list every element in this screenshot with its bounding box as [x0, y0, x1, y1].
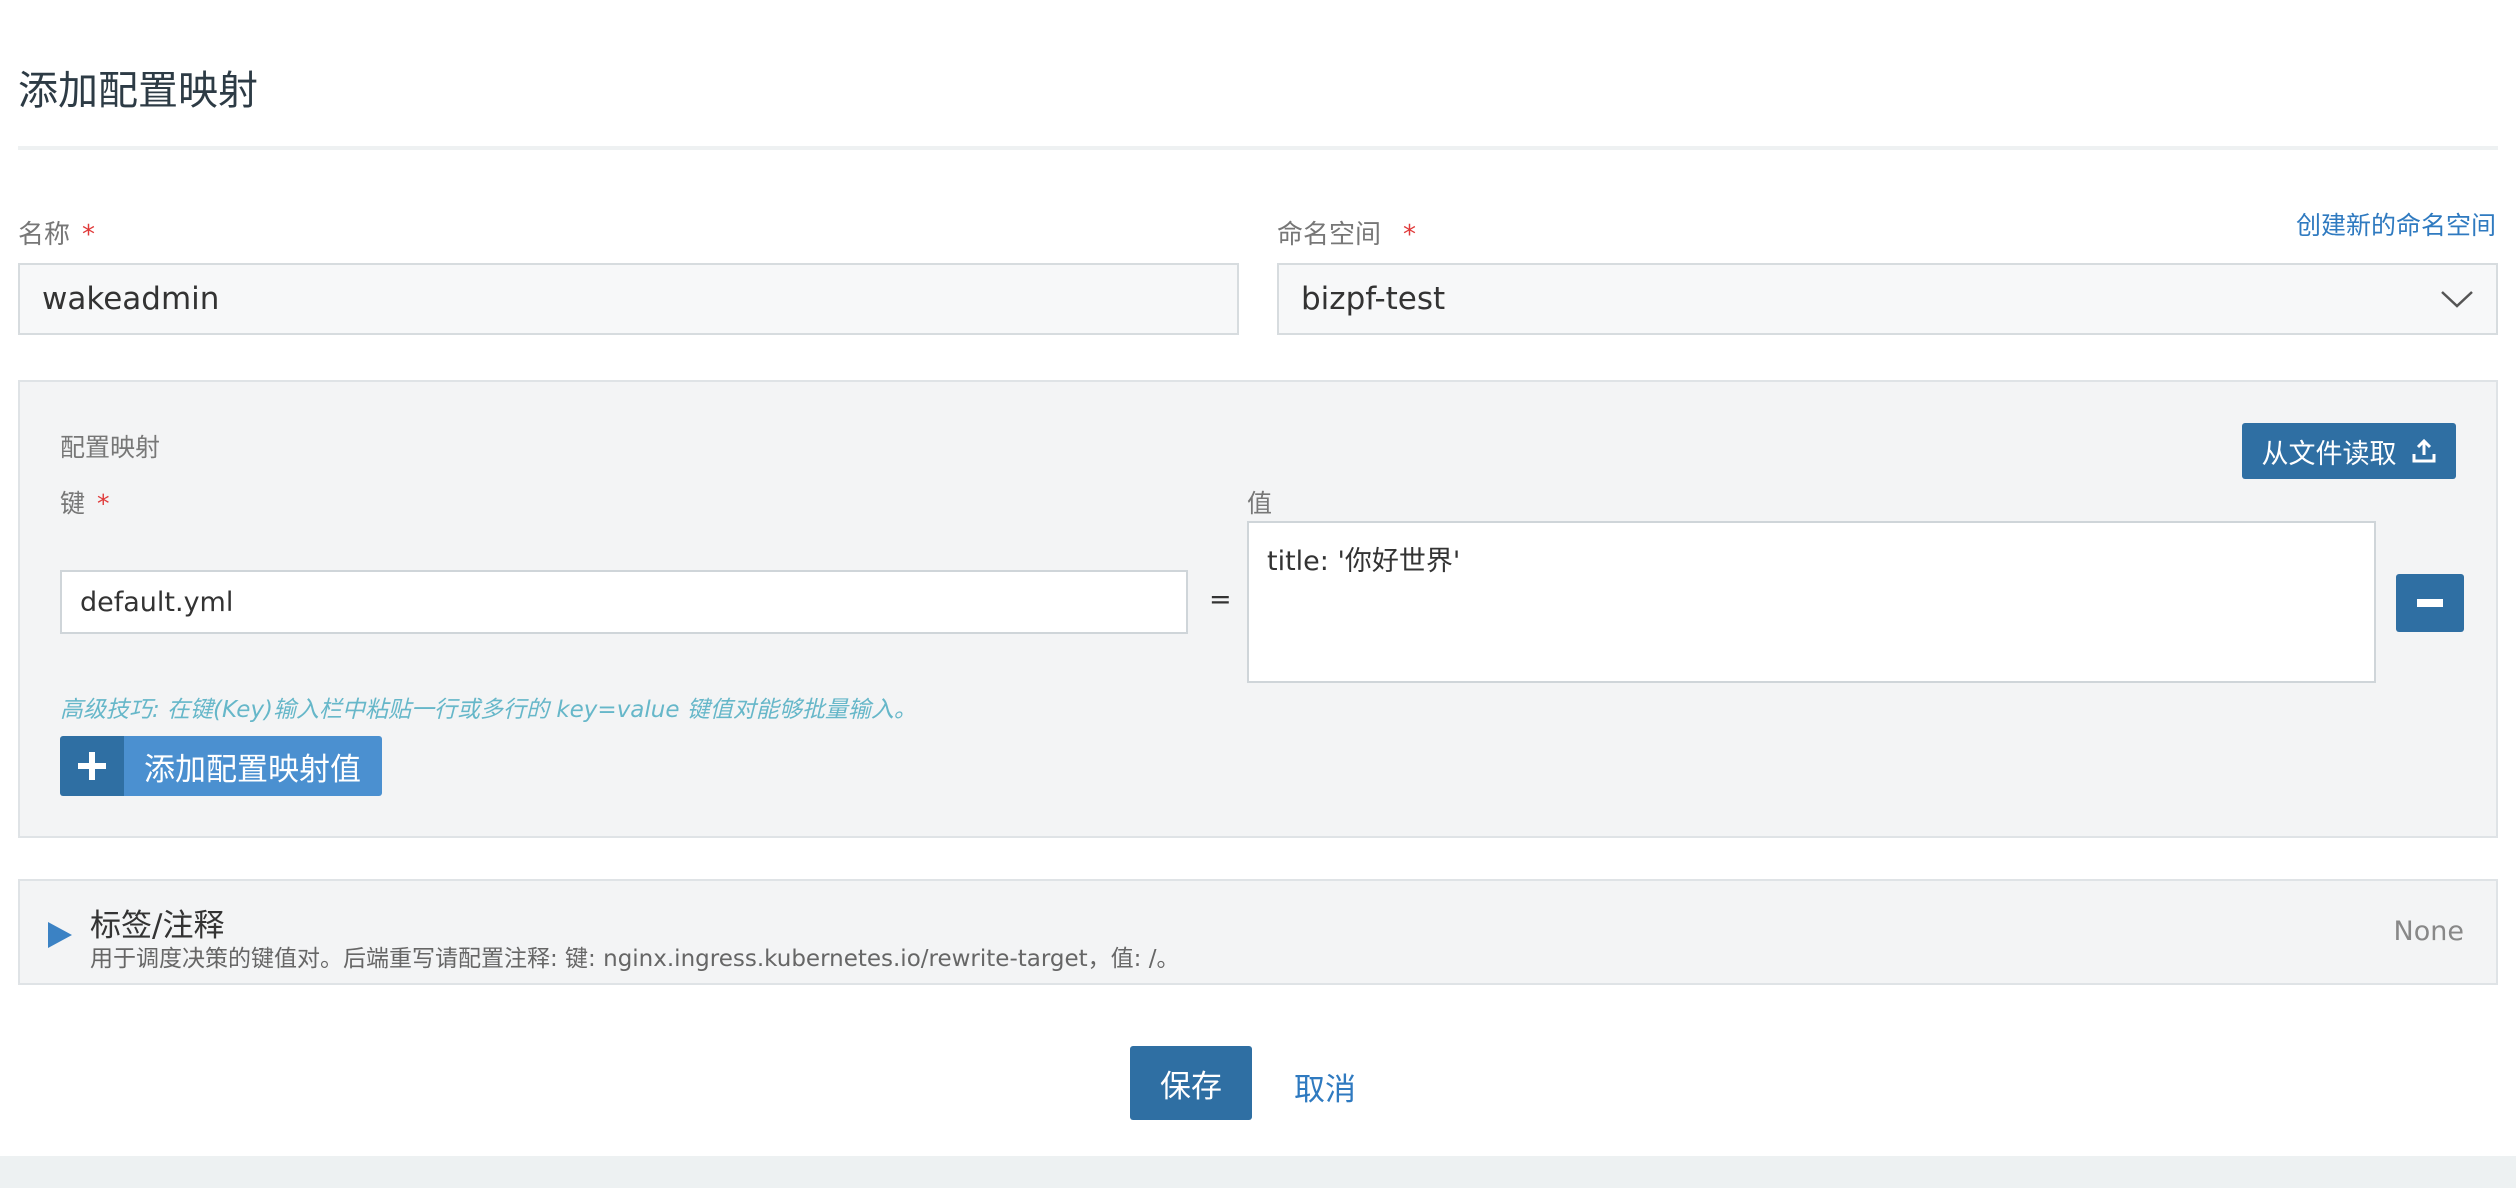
name-label: 名称 * [18, 214, 95, 251]
namespace-label-text: 命名空间 [1277, 220, 1382, 250]
name-input[interactable]: wakeadmin [18, 263, 1239, 335]
namespace-label: 命名空间 * [1277, 214, 1416, 251]
remove-entry-button[interactable] [2396, 574, 2464, 632]
value-label: 值 [1247, 489, 1273, 518]
minus-icon [2417, 599, 2443, 607]
save-button[interactable]: 保存 [1130, 1046, 1252, 1120]
expand-triangle-icon[interactable] [48, 922, 72, 948]
chevron-down-icon [2441, 291, 2473, 308]
add-config-value-button[interactable]: 添加配置映射值 [60, 736, 382, 796]
config-key-input[interactable]: default.yml [60, 570, 1188, 634]
footer-band [0, 1156, 2516, 1188]
title-divider [18, 146, 2498, 150]
config-value-textarea[interactable]: title: '你好世界' [1247, 521, 2376, 683]
cancel-link[interactable]: 取消 [1294, 1064, 1356, 1109]
read-from-file-button[interactable]: 从文件读取 [2242, 423, 2456, 479]
create-namespace-link[interactable]: 创建新的命名空间 [2296, 206, 2496, 242]
upload-icon [2412, 438, 2435, 463]
labels-annotations-description: 用于调度决策的键值对。后端重写请配置注释: 键: nginx.ingress.k… [90, 946, 1180, 972]
name-input-value: wakeadmin [42, 281, 220, 317]
key-label: 键 * [60, 484, 110, 520]
bulk-input-tip: 高级技巧: 在键(Key)输入栏中粘贴一行或多行的 key=value 键值对能… [60, 697, 917, 723]
page-title: 添加配置映射 [18, 68, 258, 114]
labels-annotations-status: None [2393, 916, 2464, 947]
read-from-file-label: 从文件读取 [2261, 438, 2397, 470]
namespace-select-value: bizpf-test [1301, 281, 1446, 317]
name-label-text: 名称 [18, 220, 71, 250]
plus-icon [60, 736, 124, 796]
required-mark: * [97, 489, 110, 518]
config-key-value: default.yml [80, 586, 234, 618]
key-label-text: 键 [60, 489, 86, 518]
add-config-value-label: 添加配置映射值 [124, 736, 382, 796]
config-map-section-title: 配置映射 [60, 433, 161, 462]
required-mark: * [1403, 220, 1417, 250]
required-mark: * [82, 220, 96, 250]
config-value-text: title: '你好世界' [1267, 546, 1461, 577]
namespace-select[interactable]: bizpf-test [1277, 263, 2498, 335]
equals-sign: = [1209, 584, 1232, 615]
